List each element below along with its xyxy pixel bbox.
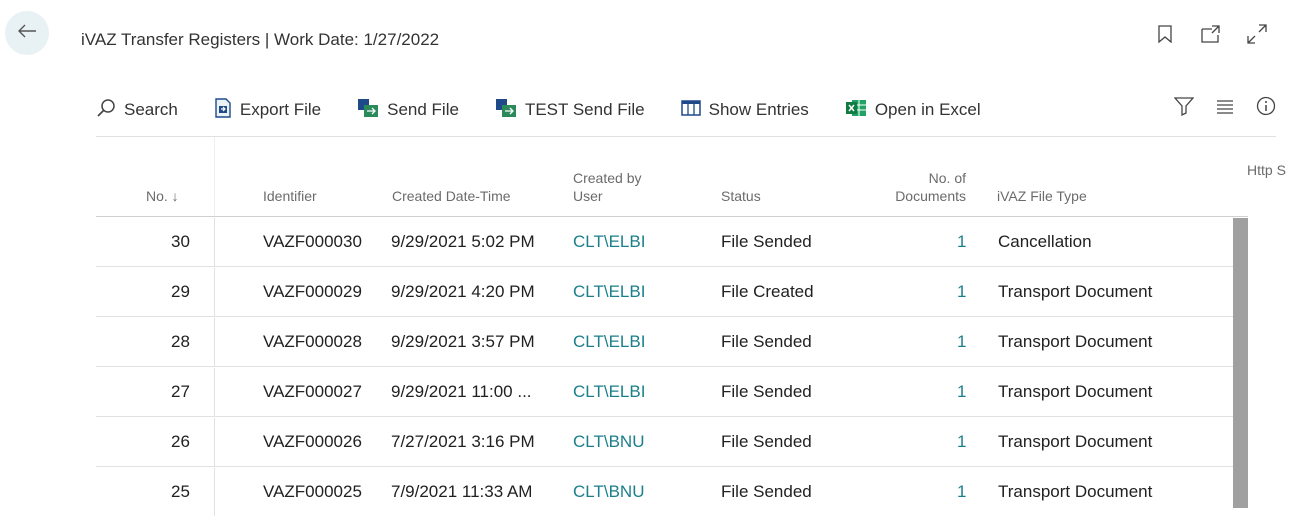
cell-file-type: Transport Document (998, 332, 1153, 351)
table-row[interactable]: 26 VAZF000026 7/27/2021 3:16 PM CLT\BNU … (96, 418, 1248, 467)
column-header-created-datetime[interactable]: Created Date-Time (392, 137, 511, 217)
table-icon (680, 99, 701, 121)
header-divider (96, 216, 1248, 217)
export-file-button[interactable]: Export File (214, 97, 321, 123)
cell-documents[interactable]: 1 (957, 482, 966, 502)
toolbar-right-icons (1173, 96, 1276, 121)
filter-icon[interactable] (1173, 96, 1195, 121)
search-button[interactable]: Search (96, 98, 178, 123)
cell-identifier: VAZF000027 (263, 382, 362, 401)
open-new-window-icon[interactable] (1199, 22, 1223, 46)
cell-file-type: Transport Document (998, 432, 1153, 451)
bookmark-icon[interactable] (1153, 22, 1177, 46)
vertical-scrollbar[interactable] (1233, 218, 1248, 508)
column-header-file-type[interactable]: iVAZ File Type (997, 137, 1087, 217)
cell-status: File Sended (721, 232, 812, 251)
excel-icon (845, 98, 867, 123)
cell-no: 27 (171, 382, 190, 401)
expand-icon[interactable] (1245, 22, 1269, 46)
column-header-no-of-documents[interactable]: No. of Documents (878, 137, 966, 217)
column-header-status[interactable]: Status (721, 137, 761, 217)
export-file-icon (214, 97, 232, 123)
cell-file-type: Transport Document (998, 482, 1153, 501)
column-header-created-by[interactable]: Created by User (573, 137, 641, 217)
cell-user[interactable]: CLT\BNU (573, 482, 644, 502)
cell-identifier: VAZF000029 (263, 282, 362, 301)
arrow-left-icon (17, 23, 37, 44)
column-header-no[interactable]: No. ↓ (146, 137, 179, 217)
cell-status: File Sended (721, 382, 812, 401)
back-button[interactable] (5, 11, 49, 55)
cell-documents[interactable]: 1 (957, 232, 966, 252)
cell-documents[interactable]: 1 (957, 282, 966, 302)
cell-identifier: VAZF000028 (263, 332, 362, 351)
cell-status: File Sended (721, 482, 812, 501)
cell-created: 9/29/2021 3:57 PM (391, 332, 535, 351)
cell-created: 9/29/2021 5:02 PM (391, 232, 535, 251)
cell-user[interactable]: CLT\BNU (573, 432, 644, 452)
test-send-file-icon (495, 98, 517, 123)
info-icon[interactable] (1256, 96, 1276, 121)
send-file-icon (357, 98, 379, 123)
table-row[interactable]: 29 VAZF000029 9/29/2021 4:20 PM CLT\ELBI… (96, 268, 1248, 317)
cell-no: 25 (171, 482, 190, 501)
cell-created: 9/29/2021 11:00 ... (391, 382, 532, 401)
cell-documents[interactable]: 1 (957, 432, 966, 452)
table-row[interactable]: 25 VAZF000025 7/9/2021 11:33 AM CLT\BNU … (96, 468, 1248, 517)
cell-user[interactable]: CLT\ELBI (573, 282, 645, 302)
cell-user[interactable]: CLT\ELBI (573, 382, 645, 402)
column-header-http-status[interactable]: Http S (1247, 137, 1286, 217)
cell-status: File Sended (721, 432, 812, 451)
cell-identifier: VAZF000030 (263, 232, 362, 251)
cell-user[interactable]: CLT\ELBI (573, 232, 645, 252)
cell-file-type: Cancellation (998, 232, 1092, 251)
cell-user[interactable]: CLT\ELBI (573, 332, 645, 352)
cell-no: 29 (171, 282, 190, 301)
table-row[interactable]: 27 VAZF000027 9/29/2021 11:00 ... CLT\EL… (96, 368, 1248, 417)
list-view-icon[interactable] (1216, 98, 1234, 119)
open-in-excel-button[interactable]: Open in Excel (845, 98, 981, 123)
column-divider (214, 137, 215, 217)
cell-documents[interactable]: 1 (957, 332, 966, 352)
send-file-button[interactable]: Send File (357, 98, 459, 123)
page-actions (1153, 22, 1269, 46)
cell-documents[interactable]: 1 (957, 382, 966, 402)
cell-created: 7/27/2021 3:16 PM (391, 432, 535, 451)
cell-no: 30 (171, 232, 190, 251)
show-entries-button[interactable]: Show Entries (680, 99, 809, 121)
cell-created: 9/29/2021 4:20 PM (391, 282, 535, 301)
action-bar: Search Export File Send File TEST Send F… (96, 92, 1276, 128)
cell-no: 26 (171, 432, 190, 451)
cell-status: File Sended (721, 332, 812, 351)
table-row[interactable]: 30 VAZF000030 9/29/2021 5:02 PM CLT\ELBI… (96, 218, 1248, 267)
page-title: iVAZ Transfer Registers | Work Date: 1/2… (81, 30, 440, 49)
cell-file-type: Transport Document (998, 282, 1153, 301)
column-header-identifier[interactable]: Identifier (263, 137, 317, 217)
cell-no: 28 (171, 332, 190, 351)
table-row[interactable]: 28 VAZF000028 9/29/2021 3:57 PM CLT\ELBI… (96, 318, 1248, 367)
cell-identifier: VAZF000025 (263, 482, 362, 501)
test-send-file-button[interactable]: TEST Send File (495, 98, 645, 123)
cell-status: File Created (721, 282, 814, 301)
search-icon (96, 98, 116, 123)
cell-created: 7/9/2021 11:33 AM (391, 482, 533, 501)
cell-file-type: Transport Document (998, 382, 1153, 401)
cell-identifier: VAZF000026 (263, 432, 362, 451)
